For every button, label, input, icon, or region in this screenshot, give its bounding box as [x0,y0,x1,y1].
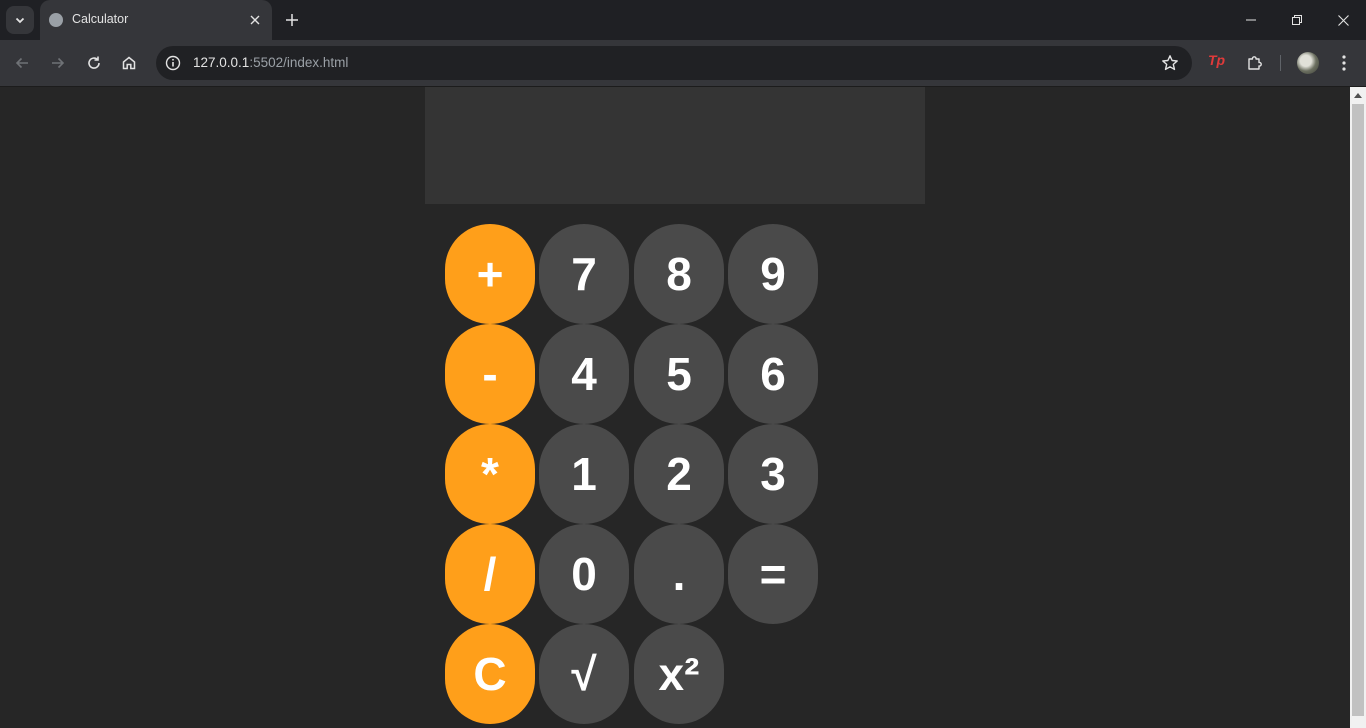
calculator-display [425,87,925,204]
key-1-button[interactable]: 1 [539,424,629,524]
bookmark-star-button[interactable] [1160,53,1180,73]
back-button[interactable] [9,50,35,76]
vertical-scrollbar[interactable] [1350,87,1366,728]
key-2-button[interactable]: 2 [634,424,724,524]
home-button[interactable] [116,50,142,76]
minimize-icon [1246,19,1256,21]
tab-calculator[interactable]: Calculator [40,0,272,40]
close-window-button[interactable] [1320,0,1366,40]
key-8-button[interactable]: 8 [634,224,724,324]
arrow-left-icon [15,57,28,69]
home-icon [122,56,136,70]
tab-title: Calculator [72,12,129,26]
tab-close-button[interactable] [246,11,264,29]
close-icon [250,15,260,25]
close-icon [1337,14,1349,26]
plus-icon [286,14,298,26]
arrow-right-icon [52,57,65,69]
reload-button[interactable] [81,50,107,76]
key-divide-button[interactable]: / [445,524,535,624]
key-5-button[interactable]: 5 [634,324,724,424]
reload-icon [88,56,100,69]
browser-menu-button[interactable] [1334,52,1354,74]
extensions-button[interactable] [1244,52,1266,74]
key-minus-button[interactable]: - [445,324,535,424]
url-text[interactable]: 127.0.0.1:5502/index.html [193,55,348,70]
key-9-button[interactable]: 9 [728,224,818,324]
address-bar[interactable]: 127.0.0.1:5502/index.html [156,46,1192,80]
globe-icon [49,13,63,27]
key-decimal-button[interactable]: . [634,524,724,624]
key-equals-button[interactable]: = [728,524,818,624]
tab-search-button[interactable] [6,6,34,34]
star-icon [1162,55,1178,71]
info-icon[interactable] [164,54,182,72]
key-sqrt-button[interactable]: √ [539,624,629,724]
url-path: :5502/index.html [249,55,349,70]
forward-button[interactable] [45,50,71,76]
restore-icon [1292,15,1302,25]
key-clear-button[interactable]: C [445,624,535,724]
scroll-up-button[interactable] [1350,87,1366,103]
key-multiply-button[interactable]: * [445,424,535,524]
tab-strip: Calculator [0,0,1366,40]
url-host: 127.0.0.1 [193,55,250,70]
puzzle-icon [1248,56,1262,70]
key-plus-button[interactable]: + [445,224,535,324]
minimize-button[interactable] [1228,0,1274,40]
key-3-button[interactable]: 3 [728,424,818,524]
caret-up-icon [1354,93,1362,98]
scrollbar-thumb[interactable] [1352,104,1364,716]
profile-avatar[interactable] [1297,52,1319,74]
new-tab-button[interactable] [282,10,302,30]
key-square-button[interactable]: x² [634,624,724,724]
key-7-button[interactable]: 7 [539,224,629,324]
restore-button[interactable] [1274,0,1320,40]
chevron-down-icon [15,17,25,24]
tp-extension-icon[interactable]: Tp [1208,52,1225,68]
key-0-button[interactable]: 0 [539,524,629,624]
browser-toolbar: 127.0.0.1:5502/index.html Tp [0,40,1366,87]
key-6-button[interactable]: 6 [728,324,818,424]
key-4-button[interactable]: 4 [539,324,629,424]
kebab-icon [1342,55,1346,71]
toolbar-divider [1280,55,1281,71]
page-content: +7 8 9 -4 5 6 * 1 2 3 /0. = C √ x² [0,87,1350,728]
